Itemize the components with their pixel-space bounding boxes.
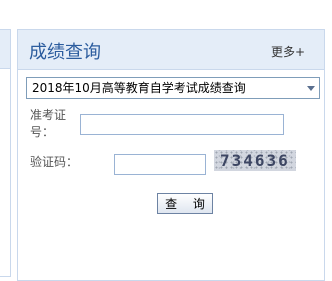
- exam-select[interactable]: 2018年10月高等教育自学考试成绩查询: [26, 77, 320, 99]
- captcha-code: 734636: [220, 151, 290, 170]
- ticket-number-input[interactable]: [80, 114, 284, 135]
- more-link[interactable]: 更多+: [271, 43, 305, 60]
- captcha-image[interactable]: 734636: [214, 150, 296, 171]
- adjacent-panel: [0, 29, 11, 277]
- captcha-input[interactable]: [114, 154, 206, 175]
- panel-title: 成绩查询: [29, 42, 101, 63]
- adjacent-panel-header: [0, 30, 10, 69]
- ticket-number-label: 准考证号：: [30, 108, 67, 139]
- chevron-down-icon: [307, 86, 315, 91]
- panel-header: 成绩查询 更多+: [18, 30, 324, 70]
- exam-select-value: 2018年10月高等教育自学考试成绩查询: [32, 81, 246, 95]
- divider: [0, 276, 11, 277]
- captcha-label: 验证码：: [30, 155, 79, 169]
- score-query-panel: 成绩查询 更多+ 2018年10月高等教育自学考试成绩查询 准考证号： 验证码：…: [17, 29, 325, 281]
- query-button[interactable]: 查 询: [157, 193, 213, 214]
